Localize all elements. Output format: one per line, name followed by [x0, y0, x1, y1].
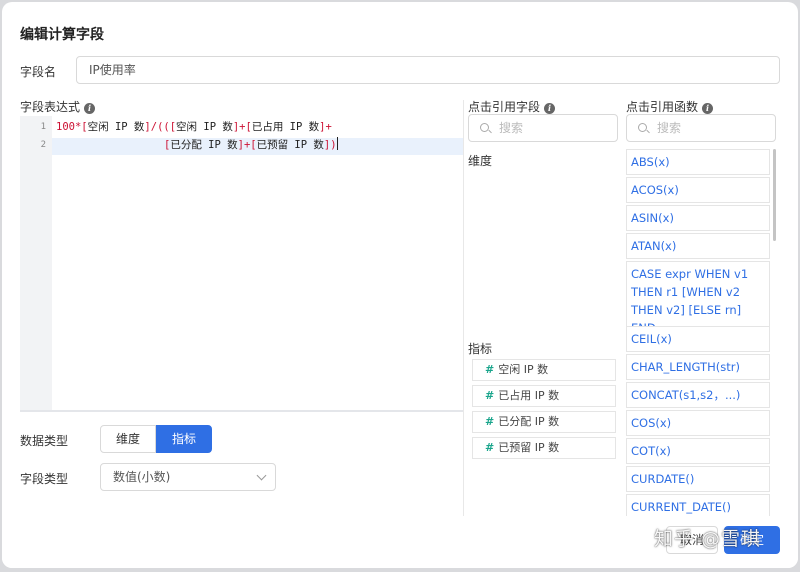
code-field-ref: 空闲 IP 数: [87, 121, 145, 133]
code-field-ref: 已占用 IP 数: [251, 121, 320, 133]
data-type-dimension-option[interactable]: 维度: [100, 425, 156, 453]
editor-gutter: [20, 116, 52, 410]
metric-field-item[interactable]: # 已分配 IP 数: [472, 411, 616, 433]
functions-panel-header: 点击引用函数 i: [626, 98, 714, 115]
line-number: 1: [40, 122, 46, 132]
function-item[interactable]: CURRENT_DATE(): [626, 494, 770, 517]
field-search-placeholder: 搜索: [499, 121, 524, 135]
metric-field-item[interactable]: # 空闲 IP 数: [472, 359, 616, 381]
function-item[interactable]: CHAR_LENGTH(str): [626, 354, 770, 380]
metric-field-item[interactable]: # 已预留 IP 数: [472, 437, 616, 459]
field-name-label: 字段名: [20, 65, 57, 79]
field-type-value: 数值(小数): [113, 470, 171, 484]
chevron-down-icon: [256, 470, 267, 481]
info-icon: i: [702, 103, 714, 114]
edit-calculated-field-dialog: 编辑计算字段 字段名 IP使用率 字段表达式 i 1 2 100*[空闲 IP 数…: [2, 2, 798, 568]
field-type-label: 字段类型: [20, 472, 69, 486]
field-name-input[interactable]: IP使用率: [76, 56, 780, 84]
info-icon: i: [544, 103, 556, 114]
expression-label: 字段表达式 i: [20, 98, 96, 115]
search-icon: [638, 123, 647, 132]
data-type-label: 数据类型: [20, 434, 69, 448]
function-list-scrollbar[interactable]: [773, 149, 776, 241]
code-field-ref: 空闲 IP 数: [176, 121, 233, 133]
metric-group-label: 指标: [468, 342, 493, 356]
field-search-input[interactable]: 搜索: [468, 114, 618, 142]
expression-label-text: 字段表达式: [20, 100, 81, 114]
function-item[interactable]: COS(x): [626, 410, 770, 436]
function-item[interactable]: ASIN(x): [626, 205, 770, 231]
data-type-metric-option[interactable]: 指标: [156, 425, 212, 453]
code-line-1: 100*[空闲 IP 数]/(([空闲 IP 数]+[已占用 IP 数]+: [56, 119, 332, 136]
line-number: 2: [40, 140, 46, 150]
fields-panel-header-text: 点击引用字段: [468, 100, 541, 114]
hash-icon: #: [485, 441, 495, 454]
info-icon: i: [84, 103, 96, 114]
function-item[interactable]: CONCAT(s1,s2，...): [626, 382, 770, 408]
expression-editor[interactable]: 1 2 100*[空闲 IP 数]/(([空闲 IP 数]+[已占用 IP 数]…: [20, 116, 464, 412]
metric-field-label: 已占用 IP 数: [498, 389, 560, 402]
text-caret: [336, 137, 338, 150]
metric-field-label: 已分配 IP 数: [498, 415, 560, 428]
function-item[interactable]: CEIL(x): [626, 326, 770, 352]
code-token: +: [325, 121, 332, 133]
search-icon: [480, 123, 489, 132]
dimension-group-label: 维度: [468, 154, 493, 168]
function-search-input[interactable]: 搜索: [626, 114, 776, 142]
function-search-placeholder: 搜索: [657, 121, 682, 135]
function-item[interactable]: ATAN(x): [626, 233, 770, 259]
code-token: 100: [56, 121, 75, 133]
hash-icon: #: [485, 415, 495, 428]
metric-field-label: 空闲 IP 数: [498, 363, 549, 376]
code-field-ref: 已预留 IP 数: [256, 139, 324, 151]
function-item[interactable]: COT(x): [626, 438, 770, 464]
function-item[interactable]: CURDATE(): [626, 466, 770, 492]
data-type-toggle: 维度 指标: [100, 425, 212, 453]
function-item[interactable]: ACOS(x): [626, 177, 770, 203]
metric-field-item[interactable]: # 已占用 IP 数: [472, 385, 616, 407]
panel-divider: [463, 100, 464, 516]
watermark: 知乎 @雪琪: [654, 528, 762, 550]
code-line-2: [已分配 IP 数]+[已预留 IP 数]): [164, 137, 338, 154]
hash-icon: #: [485, 363, 495, 376]
function-list: ABS(x) ACOS(x) ASIN(x) ATAN(x) CASE expr…: [626, 147, 774, 517]
function-item[interactable]: ABS(x): [626, 149, 770, 175]
dialog-title: 编辑计算字段: [20, 27, 104, 43]
field-type-select[interactable]: 数值(小数): [100, 463, 276, 491]
functions-panel-header-text: 点击引用函数: [626, 100, 699, 114]
fields-panel-header: 点击引用字段 i: [468, 98, 556, 115]
metric-field-label: 已预留 IP 数: [498, 441, 560, 454]
code-field-ref: 已分配 IP 数: [170, 139, 238, 151]
hash-icon: #: [485, 389, 495, 402]
code-token: /((: [150, 121, 170, 133]
